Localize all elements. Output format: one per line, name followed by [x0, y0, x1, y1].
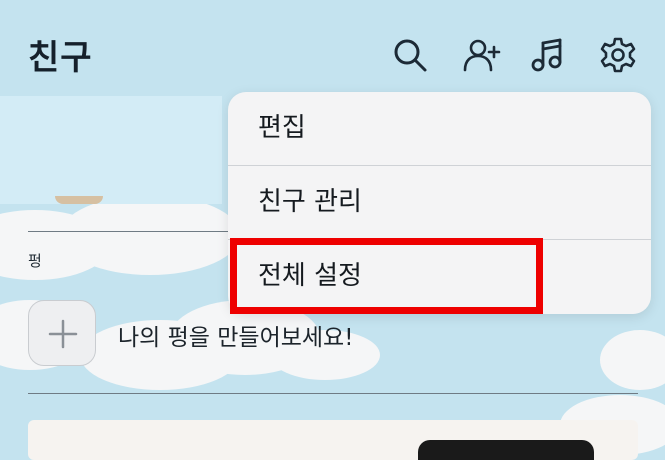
music-icon[interactable] [528, 35, 568, 75]
search-icon[interactable] [390, 35, 430, 75]
profile-image-edge [55, 196, 103, 204]
divider [28, 393, 638, 394]
highlight-box [230, 238, 543, 314]
settings-icon[interactable] [598, 35, 638, 75]
add-pyeong-prompt[interactable]: 나의 펑을 만들어보세요! [118, 318, 353, 352]
menu-item-manage-friends[interactable]: 친구 관리 [228, 166, 651, 238]
pyeong-section-label: 펑 [28, 252, 42, 270]
profile-banner[interactable] [0, 96, 222, 204]
plus-icon [48, 319, 78, 349]
add-pyeong-button[interactable] [28, 300, 96, 366]
divider [28, 231, 228, 232]
add-friend-icon[interactable] [462, 35, 502, 75]
page-title: 친구 [28, 38, 93, 78]
bottom-card-thumbnail[interactable] [418, 440, 594, 460]
menu-item-edit[interactable]: 편집 [228, 92, 651, 164]
